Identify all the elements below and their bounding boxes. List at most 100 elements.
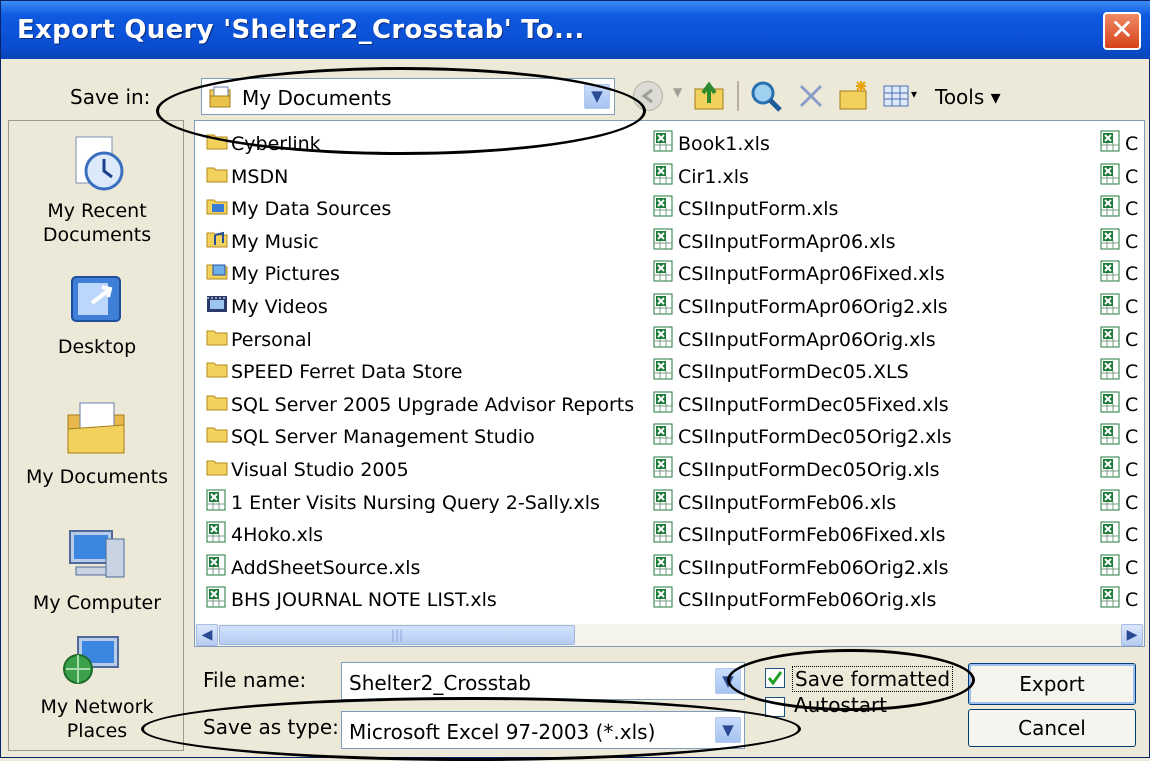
file-name: My Data Sources (231, 198, 392, 221)
views-dropdown-icon[interactable]: ▾ (911, 87, 917, 101)
cancel-button[interactable]: Cancel (968, 709, 1136, 747)
file-name: CSIInputForm.xls (678, 198, 839, 221)
file-item[interactable]: CSIInputFormDec05Orig.xls (652, 455, 940, 485)
file-item[interactable]: CSIInputFormApr06Fixed.xls (652, 259, 945, 289)
file-item[interactable]: C (1099, 585, 1138, 615)
datasource-folder-icon (205, 194, 229, 227)
folder-item[interactable]: SQL Server Management Studio (205, 422, 535, 452)
file-item[interactable]: Book1.xls (652, 129, 770, 159)
delete-icon[interactable] (796, 81, 826, 111)
views-icon[interactable] (881, 81, 911, 111)
file-name: CSIInputFormFeb06Fixed.xls (678, 524, 946, 547)
place-desktop[interactable]: Desktop (9, 269, 185, 359)
place-label: Desktop (57, 336, 137, 358)
file-name: CSIInputFormDec05Orig.xls (678, 459, 940, 481)
folder-item[interactable]: MSDN (205, 162, 288, 192)
file-item[interactable]: 1 Enter Visits Nursing Query 2-Sally.xls (205, 488, 600, 518)
desktop-icon (71, 276, 121, 322)
file-name: C (1125, 459, 1139, 481)
file-name: CSIInputFormApr06.xls (678, 230, 896, 253)
folder-item[interactable]: My Videos (205, 292, 328, 322)
file-name: Personal (231, 328, 312, 351)
scroll-thumb[interactable]: ||| (219, 625, 575, 645)
search-web-icon[interactable] (749, 79, 783, 113)
network-places-icon (63, 636, 119, 684)
annotation-oval-save-as-type (141, 697, 801, 761)
file-name: CSIInputFormDec05Orig2.xls (678, 426, 952, 449)
file-name: C (1125, 589, 1139, 612)
file-name: C (1125, 556, 1139, 579)
file-item[interactable]: C (1099, 325, 1138, 355)
file-item[interactable]: C (1099, 422, 1138, 452)
export-button[interactable]: Export (968, 663, 1136, 705)
scroll-left-button[interactable]: ◀ (196, 624, 218, 646)
up-one-level-icon[interactable] (693, 79, 727, 113)
file-name: Cir1.xls (678, 165, 749, 188)
file-item[interactable]: CSIInputFormFeb06Orig2.xls (652, 553, 948, 583)
file-item[interactable]: C (1099, 357, 1138, 387)
file-item[interactable]: CSIInputFormDec05Fixed.xls (652, 390, 949, 420)
file-item[interactable]: CSIInputFormApr06.xls (652, 227, 896, 257)
file-item[interactable]: CSIInputFormFeb06Orig.xls (652, 585, 936, 615)
place-label: My Recent Documents (42, 200, 152, 246)
file-item[interactable]: CSIInputFormFeb06Fixed.xls (652, 520, 946, 550)
file-item[interactable]: C (1099, 390, 1138, 420)
close-button[interactable]: ✕ (1103, 12, 1141, 50)
tools-menu[interactable]: Tools ▾ (935, 85, 1001, 109)
file-name: SQL Server Management Studio (231, 426, 535, 449)
file-name: SPEED Ferret Data Store (231, 361, 463, 384)
file-item[interactable]: C (1099, 455, 1138, 485)
excel-file-icon (652, 390, 676, 423)
folder-item[interactable]: Personal (205, 325, 312, 355)
folder-item[interactable]: My Music (205, 227, 319, 257)
file-name: C (1125, 230, 1139, 253)
annotation-oval-save-formatted (727, 649, 975, 711)
scroll-right-button[interactable]: ▶ (1121, 624, 1143, 646)
file-item[interactable]: BHS JOURNAL NOTE LIST.xls (205, 585, 497, 615)
folder-item[interactable]: Visual Studio 2005 (205, 455, 409, 485)
file-item[interactable]: C (1099, 259, 1138, 289)
horizontal-scrollbar[interactable]: ◀ ||| ▶ (195, 624, 1144, 646)
title-bar[interactable]: Export Query 'Shelter2_Crosstab' To... ✕ (1, 1, 1150, 59)
file-item[interactable]: CSIInputFormApr06Orig2.xls (652, 292, 948, 322)
file-item[interactable]: C (1099, 129, 1138, 159)
file-item[interactable]: CSIInputFormFeb06.xls (652, 488, 896, 518)
file-item[interactable]: C (1099, 488, 1138, 518)
folder-item[interactable]: SQL Server 2005 Upgrade Advisor Reports (205, 390, 634, 420)
excel-file-icon (652, 227, 676, 260)
excel-file-icon (1099, 390, 1123, 423)
recent-documents-icon (75, 136, 124, 191)
file-item[interactable]: CSIInputFormDec05.XLS (652, 357, 909, 387)
folder-item[interactable]: My Data Sources (205, 194, 391, 224)
place-my-documents[interactable]: My Documents (9, 399, 185, 489)
file-list[interactable]: Cyberlink MSDN My Data Sources My Music My P… (194, 120, 1145, 647)
file-name: C (1125, 165, 1139, 188)
file-item[interactable]: Cir1.xls (652, 162, 749, 192)
file-item[interactable]: C (1099, 553, 1138, 583)
place-my-computer[interactable]: My Computer (9, 525, 185, 615)
file-item[interactable]: C (1099, 520, 1138, 550)
excel-file-icon (652, 325, 676, 358)
file-name: C (1125, 491, 1139, 514)
file-name: CSIInputFormFeb06Orig.xls (678, 589, 937, 612)
file-name-input[interactable]: Shelter2_Crosstab ▼ (341, 662, 745, 700)
file-item[interactable]: C (1099, 162, 1138, 192)
excel-file-icon (652, 129, 676, 162)
file-item[interactable]: C (1099, 227, 1138, 257)
file-item[interactable]: CSIInputFormApr06Orig.xls (652, 325, 936, 355)
file-item[interactable]: CSIInputFormDec05Orig2.xls (652, 422, 952, 452)
place-my-recent-documents[interactable]: My Recent Documents (9, 133, 185, 247)
file-name: C (1125, 426, 1139, 449)
folder-item[interactable]: SPEED Ferret Data Store (205, 357, 462, 387)
new-folder-icon[interactable] (837, 79, 871, 113)
file-item[interactable]: C (1099, 292, 1138, 322)
folder-icon (205, 357, 229, 390)
file-item[interactable]: C (1099, 194, 1138, 224)
back-dropdown-icon: ▼ (673, 85, 683, 99)
file-item[interactable]: 4Hoko.xls (205, 520, 323, 550)
file-item[interactable]: AddSheetSource.xls (205, 553, 420, 583)
excel-file-icon (652, 357, 676, 390)
folder-item[interactable]: My Pictures (205, 259, 340, 289)
file-item[interactable]: CSIInputForm.xls (652, 194, 838, 224)
file-name: CSIInputFormApr06Orig.xls (678, 328, 936, 351)
